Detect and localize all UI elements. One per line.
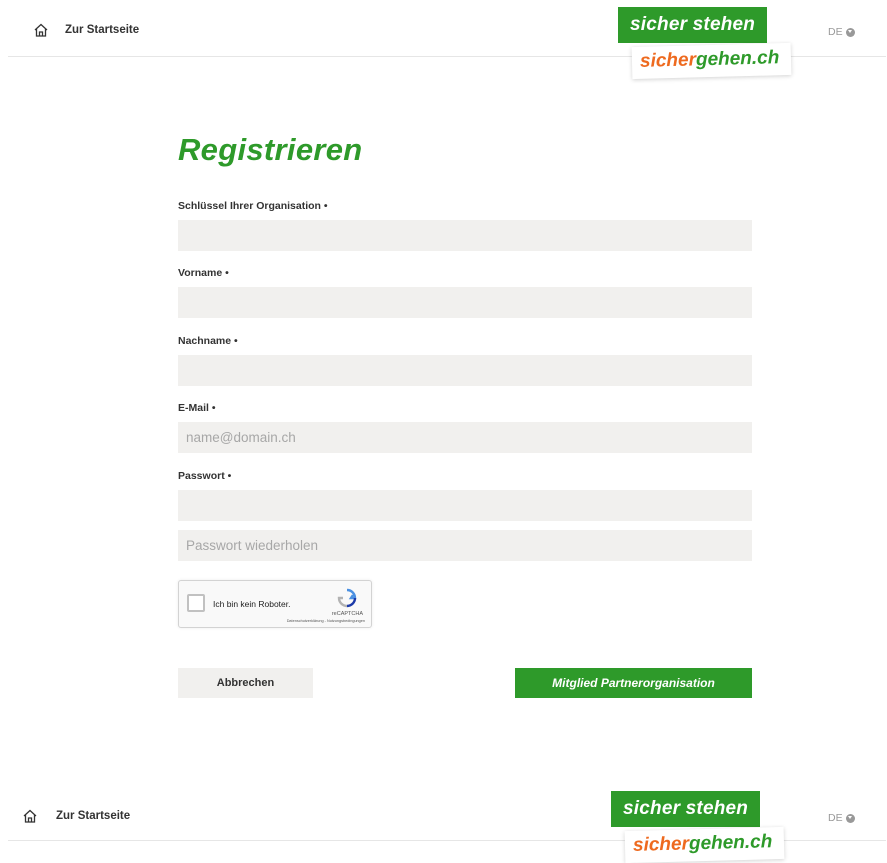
registration-form: Registrieren Schlüssel Ihrer Organisatio… (178, 132, 752, 561)
org-key-input[interactable] (178, 220, 752, 251)
last-name-input[interactable] (178, 355, 752, 386)
last-name-label: Nachname • (178, 335, 238, 347)
first-name-label: Vorname • (178, 267, 229, 279)
language-label-repeat: DE (828, 812, 843, 824)
language-selector[interactable]: DE (828, 26, 855, 38)
password-repeat-input[interactable] (178, 530, 752, 561)
logo-sichergehen: sichergehen.ch (631, 42, 792, 80)
chevron-down-icon (845, 27, 855, 37)
recaptcha-logo-icon (336, 587, 358, 609)
home-link[interactable]: Zur Startseite (33, 22, 139, 38)
logo-sicher-stehen-repeat: sicher stehen (611, 791, 761, 827)
language-label: DE (828, 26, 843, 38)
logo-gehen-text-repeat: gehen.ch (688, 831, 773, 855)
first-name-input[interactable] (178, 287, 752, 318)
logo-gehen-text: gehen.ch (695, 47, 780, 71)
password-label: Passwort • (178, 470, 232, 482)
email-input[interactable] (178, 422, 752, 453)
home-icon (22, 808, 38, 824)
submit-button[interactable]: Mitglied Partnerorganisation (515, 668, 752, 698)
recaptcha-checkbox[interactable] (187, 594, 205, 612)
site-logo[interactable]: sicher stehen sichergehen.ch (618, 7, 792, 80)
recaptcha-brand: reCAPTCHA (331, 611, 363, 617)
recaptcha-widget: Ich bin kein Roboter. reCAPTCHA Datensch… (178, 580, 372, 628)
logo-sichergehen-repeat: sichergehen.ch (624, 826, 785, 863)
cancel-button[interactable]: Abbrechen (178, 668, 313, 698)
email-label: E-Mail • (178, 402, 216, 414)
password-input[interactable] (178, 490, 752, 521)
recaptcha-label: Ich bin kein Roboter. (213, 599, 291, 609)
site-logo-repeat[interactable]: sicher stehen sichergehen.ch (611, 791, 785, 863)
chevron-down-icon (845, 813, 855, 823)
home-label: Zur Startseite (65, 24, 140, 36)
recaptcha-terms[interactable]: Datenschutzerklärung - Nutzungsbedingung… (287, 619, 365, 623)
logo-sicher-text-repeat: sicher (632, 833, 690, 856)
home-label-repeat: Zur Startseite (56, 810, 131, 822)
logo-sicher-text: sicher (639, 49, 697, 72)
home-icon (33, 22, 49, 38)
home-link-repeat[interactable]: Zur Startseite (22, 808, 130, 824)
page-title: Registrieren (178, 132, 363, 167)
org-key-label: Schlüssel Ihrer Organisation • (178, 200, 328, 212)
language-selector-repeat[interactable]: DE (828, 812, 855, 824)
logo-sicher-stehen: sicher stehen (618, 7, 768, 43)
